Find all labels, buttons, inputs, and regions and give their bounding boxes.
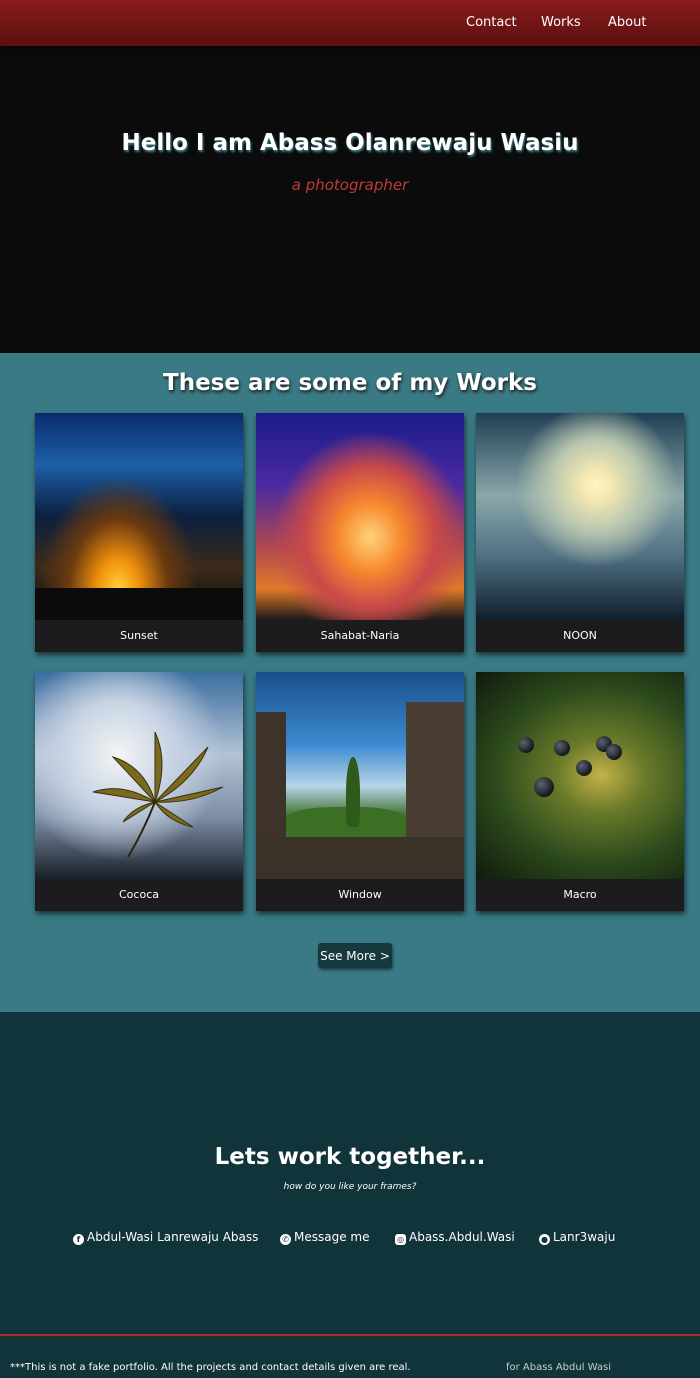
work-image-sunset[interactable] xyxy=(35,413,243,620)
work-caption: NOON xyxy=(563,629,597,642)
work-caption: Window xyxy=(338,888,382,901)
contact-tagline: how do you like your frames? xyxy=(283,1182,417,1192)
tree-shape xyxy=(346,757,360,827)
work-caption: Sunset xyxy=(120,629,158,642)
work-card-window[interactable]: Window xyxy=(256,672,464,911)
work-image-sahabat-naria[interactable] xyxy=(256,413,464,620)
work-card-cococa[interactable]: Cococa xyxy=(35,672,243,911)
footer-credit: for Abass Abdul Wasi xyxy=(506,1362,612,1373)
whatsapp-link[interactable]: ✆ Message me xyxy=(280,1230,369,1245)
github-label: Lanr3waju xyxy=(553,1230,616,1244)
work-caption: Macro xyxy=(563,888,597,901)
work-image-cococa[interactable] xyxy=(35,672,243,879)
whatsapp-icon: ✆ xyxy=(280,1234,291,1245)
work-caption: Sahabat-Naria xyxy=(320,629,400,642)
leaf-icon xyxy=(92,732,224,858)
hero-subtitle: a photographer xyxy=(291,176,409,194)
work-image-macro[interactable] xyxy=(476,672,684,879)
work-card-noon[interactable]: NOON xyxy=(476,413,684,652)
works-section: These are some of my Works Sunset Sahaba… xyxy=(0,353,700,1012)
instagram-label: Abass.Abdul.Wasi xyxy=(409,1230,515,1244)
work-card-macro[interactable]: Macro xyxy=(476,672,684,911)
instagram-link[interactable]: ◎ Abass.Abdul.Wasi xyxy=(395,1230,515,1245)
facebook-label: Abdul-Wasi Lanrewaju Abass xyxy=(87,1230,259,1244)
see-more-button[interactable]: See More > xyxy=(318,943,392,968)
nav-about-link[interactable]: About xyxy=(608,15,646,30)
work-image-window[interactable] xyxy=(256,672,464,879)
work-image-noon[interactable] xyxy=(476,413,684,620)
hero-section: Hello I am Abass Olanrewaju Wasiu a phot… xyxy=(0,46,700,353)
nav-contact-link[interactable]: Contact xyxy=(466,15,517,30)
contact-section: Lets work together... how do you like yo… xyxy=(0,1012,700,1334)
top-nav: Contact Works About xyxy=(0,0,700,46)
work-card-sahabat-naria[interactable]: Sahabat-Naria xyxy=(256,413,464,652)
wall-bottom-shape xyxy=(256,837,464,879)
footer: ***This is not a fake portfolio. All the… xyxy=(0,1334,700,1378)
work-caption: Cococa xyxy=(119,888,159,901)
github-icon: ● xyxy=(539,1234,550,1245)
whatsapp-label: Message me xyxy=(294,1230,370,1244)
nav-works-link[interactable]: Works xyxy=(541,15,581,30)
footer-note: ***This is not a fake portfolio. All the… xyxy=(10,1362,411,1373)
work-card-sunset[interactable]: Sunset xyxy=(35,413,243,652)
facebook-link[interactable]: f Abdul-Wasi Lanrewaju Abass xyxy=(73,1230,258,1245)
facebook-icon: f xyxy=(73,1234,84,1245)
hero-title: Hello I am Abass Olanrewaju Wasiu xyxy=(121,130,579,156)
silhouette-ground xyxy=(35,588,243,620)
works-heading: These are some of my Works xyxy=(163,370,537,396)
contact-heading: Lets work together... xyxy=(214,1144,486,1170)
github-link[interactable]: ● Lanr3waju xyxy=(539,1230,615,1245)
instagram-icon: ◎ xyxy=(395,1234,406,1245)
